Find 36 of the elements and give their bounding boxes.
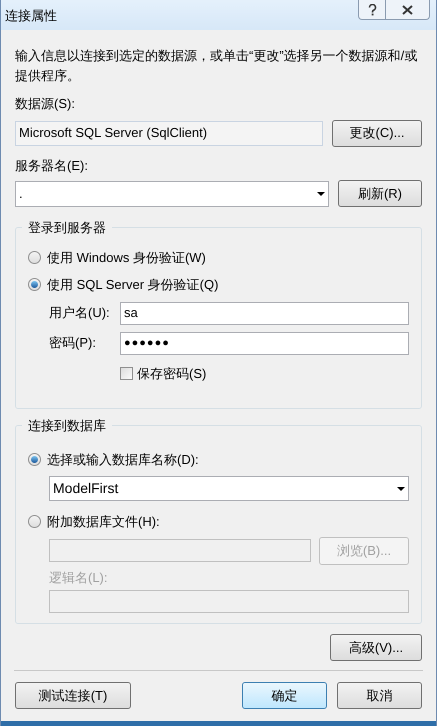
password-label: 密码(P): bbox=[49, 334, 97, 352]
window-title: 连接属性 bbox=[5, 7, 57, 25]
ok-button[interactable]: 确定 bbox=[242, 682, 327, 709]
intro-text: 输入信息以连接到选定的数据源，或单击“更改”选择另一个数据源和/或提供程序。 bbox=[15, 47, 418, 85]
radio-button[interactable] bbox=[28, 250, 41, 264]
checkbox-label: 保存密码(S) bbox=[137, 364, 206, 383]
cancel-button[interactable]: 取消 bbox=[337, 682, 422, 709]
logical-name-label: 逻辑名(L): bbox=[49, 568, 108, 587]
help-button[interactable] bbox=[358, 0, 386, 20]
checkbox[interactable] bbox=[120, 366, 133, 380]
data-source-field[interactable]: Microsoft SQL Server (SqlClient) bbox=[15, 120, 323, 146]
advanced-button[interactable]: 高级(V)... bbox=[330, 634, 422, 661]
radio-label: 使用 SQL Server 身份验证(Q) bbox=[47, 276, 218, 294]
test-connection-button[interactable]: 测试连接(T) bbox=[15, 682, 131, 709]
logical-name-field[interactable] bbox=[49, 590, 409, 613]
database-name-combobox[interactable]: ModelFirst bbox=[49, 476, 409, 501]
server-name-label: 服务器名(E): bbox=[15, 156, 89, 175]
radio-label: 附加数据库文件(H): bbox=[47, 513, 160, 531]
caret-icon bbox=[317, 192, 325, 196]
close-icon bbox=[402, 4, 413, 14]
radio-button[interactable] bbox=[28, 452, 41, 466]
close-button[interactable] bbox=[386, 0, 430, 20]
radio-label: 使用 Windows 身份验证(W) bbox=[47, 248, 206, 267]
change-button[interactable]: 更改(C)... bbox=[332, 120, 422, 146]
help-icon bbox=[368, 4, 376, 16]
username-field[interactable]: sa bbox=[120, 302, 409, 324]
refresh-button[interactable]: 刷新(R) bbox=[338, 180, 422, 207]
group-title: 连接到数据库 bbox=[28, 418, 106, 433]
data-source-label: 数据源(S): bbox=[15, 95, 76, 113]
username-label: 用户名(U): bbox=[49, 304, 111, 322]
server-name-combobox[interactable]: . bbox=[15, 180, 329, 206]
password-field[interactable]: ●●●●●● bbox=[120, 332, 409, 354]
radio-label: 选择或输入数据库名称(D): bbox=[47, 450, 199, 469]
group-title: 登录到服务器 bbox=[28, 220, 106, 235]
radio-button[interactable] bbox=[28, 278, 41, 292]
caret-icon bbox=[397, 486, 405, 490]
